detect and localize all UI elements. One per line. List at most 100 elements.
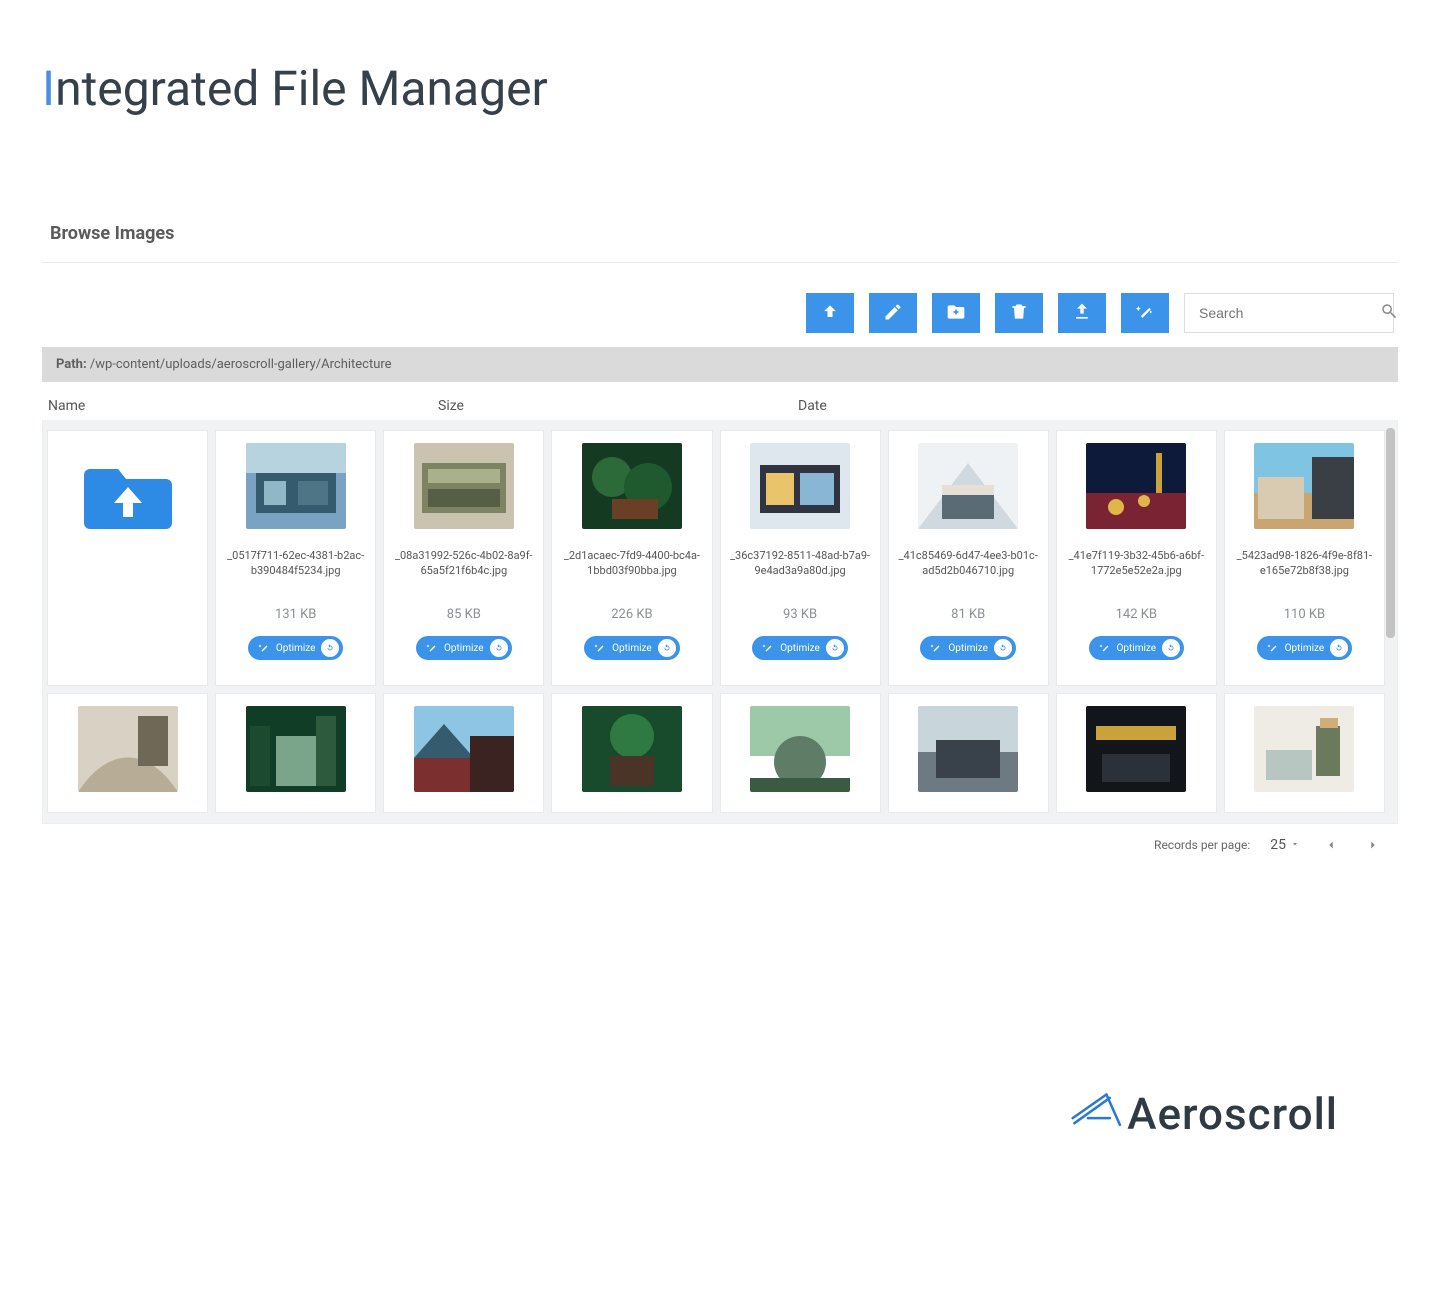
optimize-button[interactable]: Optimize: [584, 636, 680, 660]
file-name: _36c37192-8511-48ad-b7a9-9e4ad3a9a80d.jp…: [721, 529, 880, 587]
file-card[interactable]: _41e7f119-3b32-45b6-a6bf-1772e5e52e2a.jp…: [1056, 430, 1217, 686]
optimize-button[interactable]: Optimize: [920, 636, 1016, 660]
upload-button[interactable]: [1058, 293, 1106, 333]
optimize-button[interactable]: Optimize: [752, 636, 848, 660]
optimize-button[interactable]: Optimize: [416, 636, 512, 660]
file-name: _41c85469-6d47-4ee3-b01c-ad5d2b046710.jp…: [889, 529, 1048, 587]
refresh-icon: [1330, 639, 1348, 657]
file-card[interactable]: _41c85469-6d47-4ee3-b01c-ad5d2b046710.jp…: [888, 430, 1049, 686]
file-name: _0517f711-62ec-4381-b2ac-b390484f5234.jp…: [216, 529, 375, 587]
wand-icon: [426, 642, 438, 654]
wand-icon: [594, 642, 606, 654]
search-input[interactable]: [1199, 305, 1380, 321]
file-size: 81 KB: [951, 587, 985, 622]
wand-icon: [1099, 642, 1111, 654]
title-rest: ntegrated File Manager: [55, 60, 548, 117]
file-card[interactable]: _0517f711-62ec-4381-b2ac-b390484f5234.jp…: [215, 430, 376, 686]
divider: [42, 262, 1398, 263]
file-size: 226 KB: [611, 587, 652, 622]
file-size: 131 KB: [275, 587, 316, 622]
file-card[interactable]: [1224, 693, 1385, 813]
thumbnail: [414, 706, 514, 792]
file-name: _41e7f119-3b32-45b6-a6bf-1772e5e52e2a.jp…: [1057, 529, 1216, 587]
new-folder-button[interactable]: [932, 293, 980, 333]
arrow-up-icon: [820, 302, 840, 325]
refresh-icon: [321, 639, 339, 657]
next-page-button[interactable]: [1362, 834, 1384, 856]
file-name: _5423ad98-1826-4f9e-8f81-e165e72b8f38.jp…: [1225, 529, 1384, 587]
search-box: [1184, 293, 1394, 333]
title-accent: I: [42, 60, 55, 117]
prev-page-button[interactable]: [1320, 834, 1342, 856]
wand-icon: [1135, 302, 1155, 325]
optimize-label: Optimize: [444, 643, 484, 654]
file-card[interactable]: _08a31992-526c-4b02-8a9f-65a5f21f6b4c.jp…: [383, 430, 544, 686]
thumbnail: [1086, 443, 1186, 529]
logo-mark-icon: [1071, 1086, 1125, 1141]
go-up-button[interactable]: [806, 293, 854, 333]
records-per-page-value: 25: [1270, 837, 1286, 853]
records-per-page-select[interactable]: 25: [1270, 837, 1300, 853]
toolbar: [42, 293, 1398, 347]
thumbnail: [1254, 443, 1354, 529]
optimize-label: Optimize: [1285, 643, 1325, 654]
column-headers: Name Size Date: [42, 388, 1398, 420]
trash-icon: [1009, 302, 1029, 325]
delete-button[interactable]: [995, 293, 1043, 333]
refresh-icon: [994, 639, 1012, 657]
thumbnail: [582, 706, 682, 792]
file-card[interactable]: [383, 693, 544, 813]
file-card[interactable]: [720, 693, 881, 813]
up-folder[interactable]: [47, 430, 208, 686]
file-size: 142 KB: [1116, 587, 1157, 622]
file-card[interactable]: [47, 693, 208, 813]
file-card[interactable]: [1056, 693, 1217, 813]
thumbnail: [1086, 706, 1186, 792]
file-card[interactable]: [888, 693, 1049, 813]
brand-name: Aeroscroll: [1127, 1088, 1338, 1140]
scrollbar[interactable]: [1386, 428, 1395, 815]
thumbnail: [1254, 706, 1354, 792]
column-size: Size: [438, 398, 798, 414]
refresh-icon: [1162, 639, 1180, 657]
thumbnail: [246, 443, 346, 529]
file-name: _2d1acaec-7fd9-4400-bc4a-1bbd03f90bba.jp…: [552, 529, 711, 587]
wand-icon: [930, 642, 942, 654]
thumbnail: [414, 443, 514, 529]
optimize-button[interactable]: Optimize: [1257, 636, 1353, 660]
folder-up-icon: [80, 451, 176, 539]
file-card[interactable]: _5423ad98-1826-4f9e-8f81-e165e72b8f38.jp…: [1224, 430, 1385, 686]
file-size: 93 KB: [783, 587, 817, 622]
thumbnail: [78, 706, 178, 792]
scrollbar-thumb[interactable]: [1386, 428, 1395, 638]
chevron-down-icon: [1290, 837, 1300, 853]
thumbnail: [750, 443, 850, 529]
thumbnail: [582, 443, 682, 529]
thumbnail: [246, 706, 346, 792]
footer-logo: Aeroscroll: [42, 1086, 1398, 1141]
folder-plus-icon: [946, 302, 966, 325]
magic-button[interactable]: [1121, 293, 1169, 333]
optimize-label: Optimize: [612, 643, 652, 654]
file-card[interactable]: _36c37192-8511-48ad-b7a9-9e4ad3a9a80d.jp…: [720, 430, 881, 686]
wand-icon: [258, 642, 270, 654]
records-per-page-label: Records per page:: [1154, 838, 1250, 852]
optimize-label: Optimize: [780, 643, 820, 654]
optimize-button[interactable]: Optimize: [1089, 636, 1185, 660]
refresh-icon: [658, 639, 676, 657]
upload-icon: [1072, 302, 1092, 325]
refresh-icon: [826, 639, 844, 657]
optimize-button[interactable]: Optimize: [248, 636, 344, 660]
column-name: Name: [48, 398, 438, 414]
edit-button[interactable]: [869, 293, 917, 333]
column-date: Date: [798, 398, 1392, 414]
file-size: 110 KB: [1284, 587, 1325, 622]
file-card[interactable]: [551, 693, 712, 813]
optimize-label: Optimize: [276, 643, 316, 654]
path-value: /wp-content/uploads/aeroscroll-gallery/A…: [90, 357, 392, 372]
page-title: Integrated File Manager: [42, 60, 1398, 117]
path-label: Path:: [56, 357, 87, 372]
file-size: 85 KB: [447, 587, 481, 622]
file-card[interactable]: [215, 693, 376, 813]
file-card[interactable]: _2d1acaec-7fd9-4400-bc4a-1bbd03f90bba.jp…: [551, 430, 712, 686]
